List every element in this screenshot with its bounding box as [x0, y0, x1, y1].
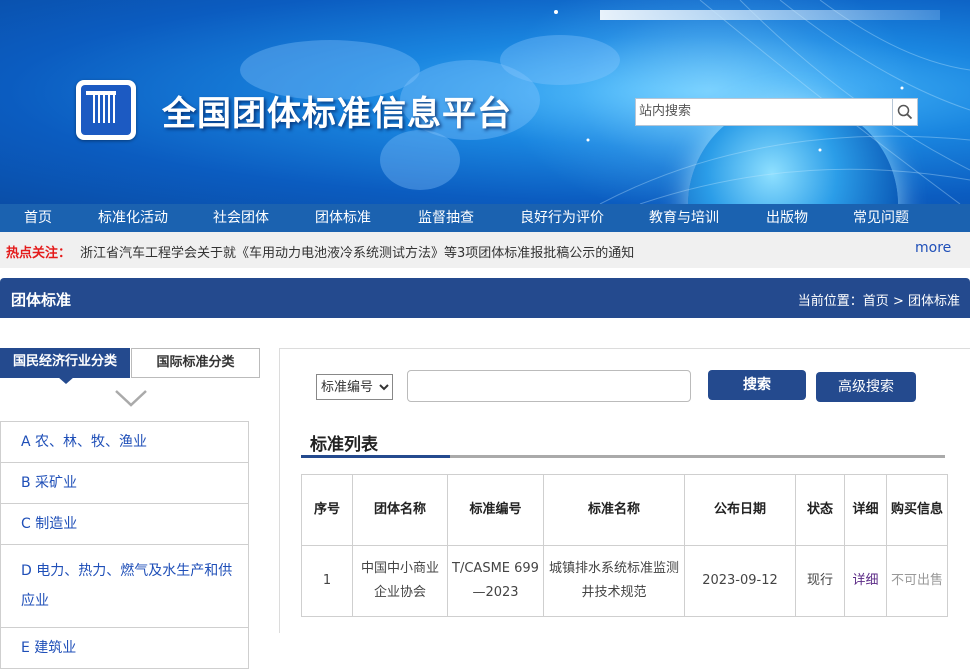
category-item[interactable]: A 农、林、牧、渔业 — [1, 422, 248, 463]
site-search-button[interactable] — [892, 99, 917, 125]
breadcrumb-separator: > — [892, 294, 904, 309]
table-header-row: 序号 团体名称 标准编号 标准名称 公布日期 状态 详细 购买信息 — [301, 474, 948, 546]
row-org: 中国中小商业企业协会 — [352, 545, 448, 617]
row-detail-link[interactable]: 详细 — [844, 545, 887, 617]
nav-item-evaluation[interactable]: 良好行为评价 — [520, 204, 604, 232]
section-title: 团体标准 — [11, 291, 72, 309]
hot-notice-link[interactable]: 浙江省汽车工程学会关于就《车用动力电池液冷系统测试方法》等3项团体标准报批稿公示… — [80, 242, 634, 261]
nav-item-faq[interactable]: 常见问题 — [853, 204, 909, 232]
column-header: 详细 — [844, 474, 887, 546]
list-title: 标准列表 — [310, 435, 378, 455]
section-header: 团体标准 当前位置：首页 > 团体标准 — [0, 278, 970, 318]
site-logo[interactable] — [76, 80, 136, 140]
site-search — [635, 98, 918, 126]
breadcrumb-home[interactable]: 首页 — [863, 294, 889, 309]
main-nav: 首页 标准化活动 社会团体 团体标准 监督抽查 良好行为评价 教育与培训 出版物… — [0, 204, 970, 232]
breadcrumb: 当前位置：首页 > 团体标准 — [798, 290, 960, 309]
search-icon — [897, 104, 913, 120]
search-field-select[interactable]: 标准编号 — [316, 374, 393, 400]
column-header: 标准编号 — [447, 474, 544, 546]
standards-table: 序号 团体名称 标准编号 标准名称 公布日期 状态 详细 购买信息 1 中国中小… — [301, 474, 948, 617]
row-index: 1 — [301, 545, 353, 617]
row-buy-info: 不可出售 — [886, 545, 948, 617]
advanced-search-button[interactable]: 高级搜索 — [816, 372, 916, 402]
nav-item-home[interactable]: 首页 — [24, 204, 52, 232]
keyword-input[interactable] — [407, 370, 691, 402]
column-header: 序号 — [301, 474, 353, 546]
chevron-down-icon[interactable] — [114, 388, 148, 408]
column-header: 公布日期 — [684, 474, 796, 546]
search-button[interactable]: 搜索 — [708, 370, 806, 400]
list-divider — [450, 455, 945, 458]
row-date: 2023-09-12 — [684, 545, 796, 617]
site-title: 全国团体标准信息平台 — [162, 94, 512, 134]
more-link[interactable]: more — [915, 240, 951, 256]
active-tab-pointer — [58, 377, 74, 384]
category-item[interactable]: C 制造业 — [1, 504, 248, 545]
breadcrumb-prefix: 当前位置： — [797, 294, 863, 309]
category-item[interactable]: E 建筑业 — [1, 628, 248, 669]
nav-item-activities[interactable]: 标准化活动 — [98, 204, 168, 232]
row-status: 现行 — [795, 545, 845, 617]
column-header: 团体名称 — [352, 474, 448, 546]
hot-notice-bar: 热点关注： 浙江省汽车工程学会关于就《车用动力电池液冷系统测试方法》等3项团体标… — [0, 232, 970, 268]
nav-item-organizations[interactable]: 社会团体 — [213, 204, 269, 232]
hot-notice-label: 热点关注： — [6, 246, 72, 261]
list-title-underline — [301, 455, 450, 458]
tab-international-classification[interactable]: 国际标准分类 — [131, 348, 260, 378]
breadcrumb-current: 团体标准 — [907, 294, 960, 309]
nav-item-standards[interactable]: 团体标准 — [315, 204, 371, 232]
nav-item-publications[interactable]: 出版物 — [766, 204, 808, 232]
tab-industry-classification[interactable]: 国民经济行业分类 — [0, 348, 130, 378]
column-header: 购买信息 — [886, 474, 948, 546]
header-banner: 全国团体标准信息平台 — [0, 0, 970, 204]
nav-item-training[interactable]: 教育与培训 — [649, 204, 719, 232]
site-search-input[interactable] — [636, 99, 887, 123]
column-header: 标准名称 — [543, 474, 685, 546]
category-item[interactable]: D 电力、热力、燃气及水生产和供应业 — [1, 545, 248, 628]
row-code: T/CASME 699—2023 — [447, 545, 544, 617]
category-item[interactable]: B 采矿业 — [1, 463, 248, 504]
row-name: 城镇排水系统标准监测井技术规范 — [543, 545, 685, 617]
table-row: 1 中国中小商业企业协会 T/CASME 699—2023 城镇排水系统标准监测… — [301, 545, 948, 617]
column-header: 状态 — [795, 474, 845, 546]
nav-item-inspection[interactable]: 监督抽查 — [418, 204, 474, 232]
